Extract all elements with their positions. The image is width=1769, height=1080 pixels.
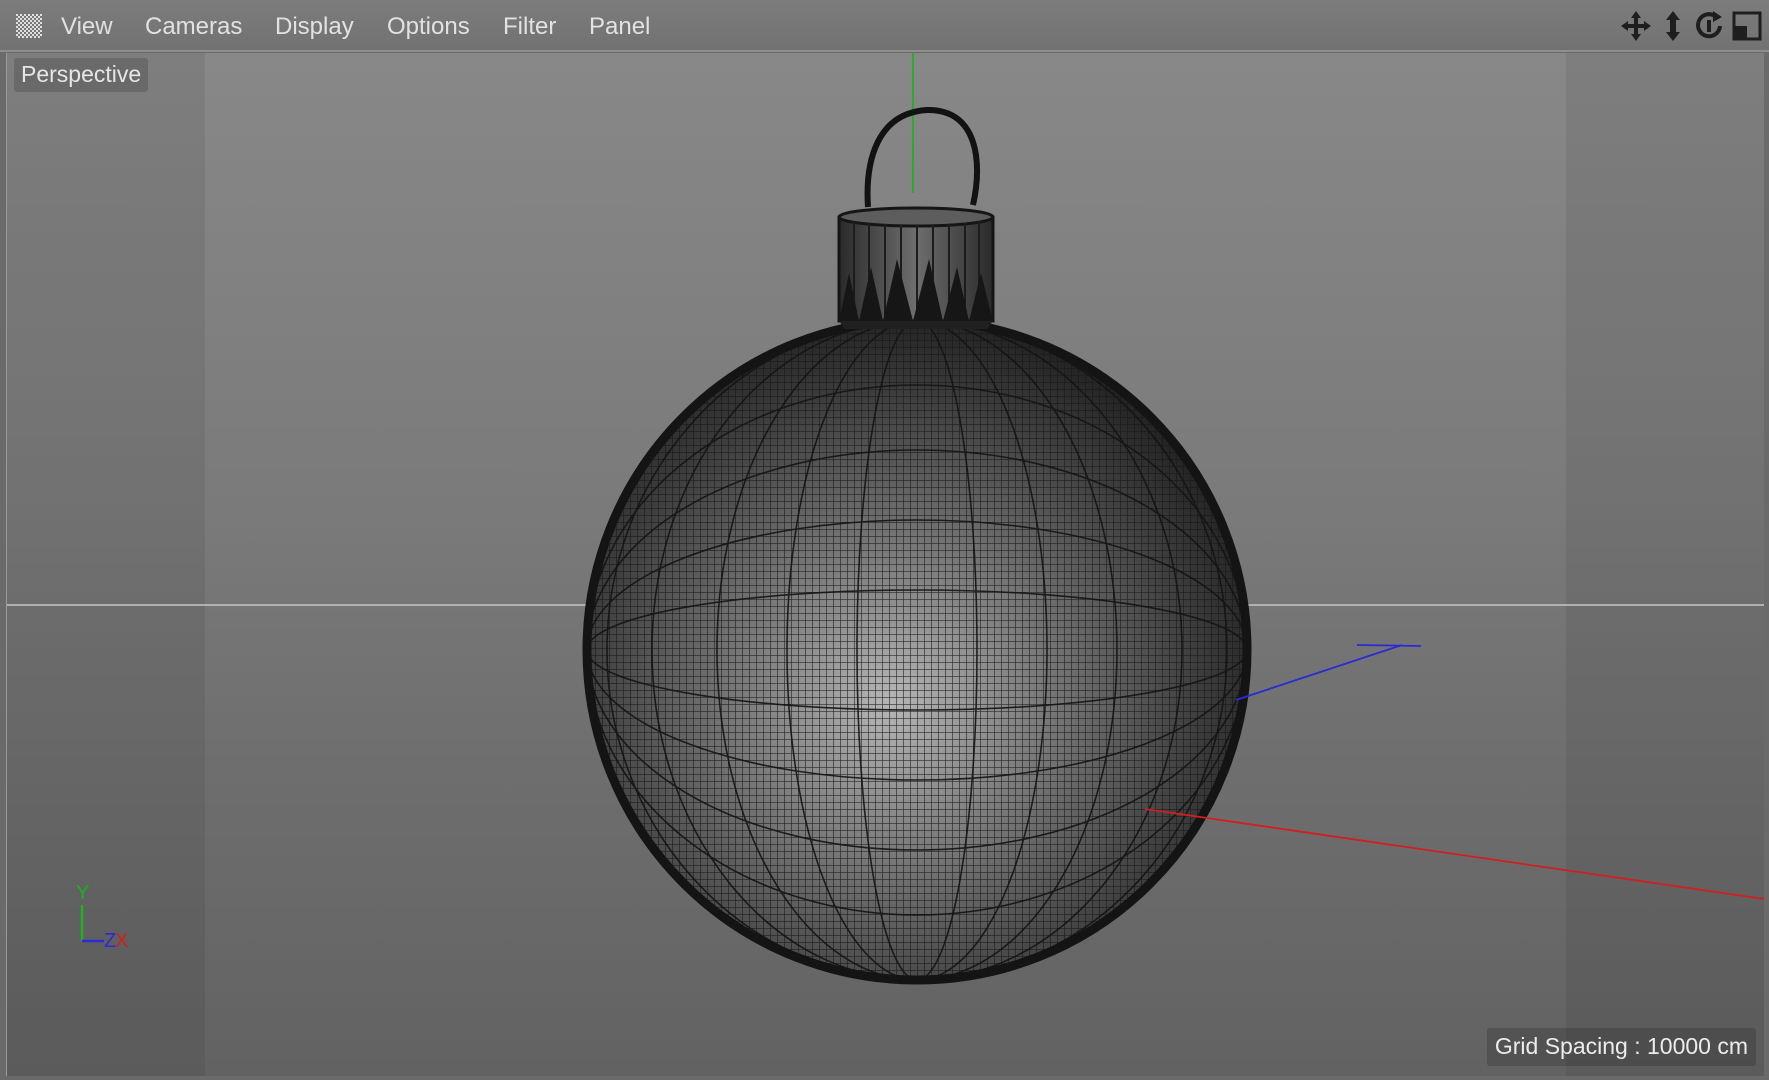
ornament-ball[interactable] [577, 313, 1257, 993]
viewport-menubar: View Cameras Display Options Filter Pane… [0, 0, 1769, 52]
ornament-cap[interactable] [837, 206, 995, 329]
move-view-icon[interactable] [1620, 10, 1652, 42]
perspective-viewport[interactable]: Perspective Grid Spacing : 10000 cm [6, 53, 1764, 1076]
rotate-view-icon[interactable] [1693, 10, 1725, 42]
world-axis-x [1144, 808, 1764, 900]
menu-view[interactable]: View [61, 13, 113, 41]
camera-name-label[interactable]: Perspective [14, 58, 149, 92]
axis-gizmo-y-label: Y [76, 882, 89, 904]
menu-display[interactable]: Display [275, 13, 354, 41]
ornament-hook-loop[interactable] [864, 106, 981, 208]
menu-panel[interactable]: Panel [589, 13, 650, 41]
toggle-layout-icon[interactable] [1731, 10, 1763, 42]
grid-spacing-readout: Grid Spacing : 10000 cm [1486, 1028, 1756, 1066]
menu-cameras[interactable]: Cameras [145, 13, 242, 41]
menu-filter[interactable]: Filter [503, 13, 556, 41]
axis-gizmo-x-label: X [115, 930, 128, 952]
world-axis-z [1235, 644, 1422, 701]
zoom-view-icon[interactable] [1657, 10, 1689, 42]
menu-options[interactable]: Options [387, 13, 470, 41]
panel-grip-icon[interactable] [16, 14, 42, 38]
scene-canvas[interactable] [7, 53, 1764, 1076]
viewport-window: View Cameras Display Options Filter Pane… [0, 0, 1769, 1080]
axis-gizmo: Y Z X [62, 875, 142, 955]
